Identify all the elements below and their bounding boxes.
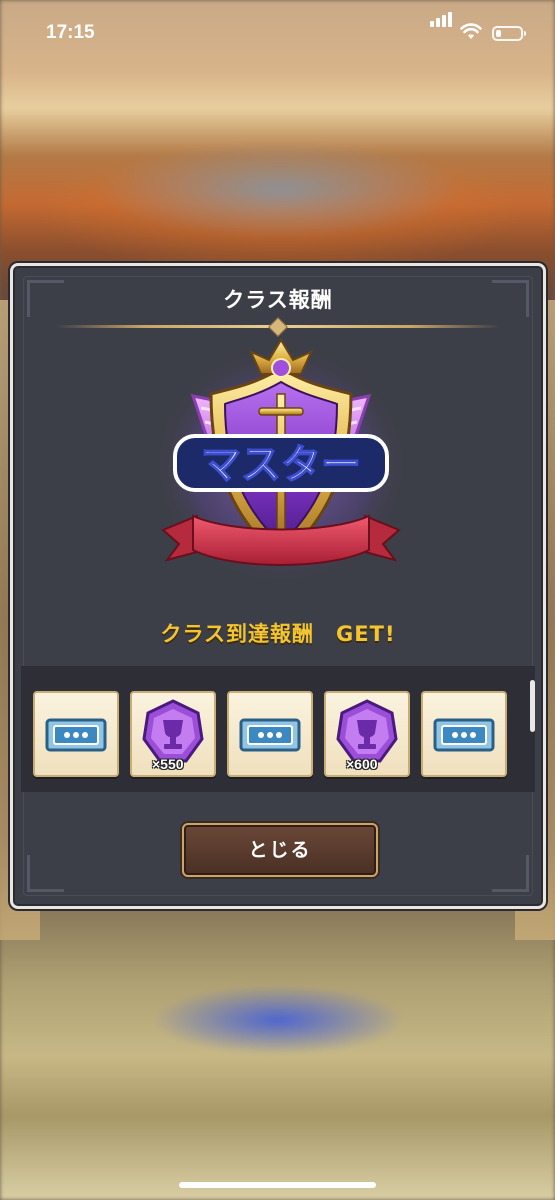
- ticket-icon: [45, 718, 107, 752]
- reward-list[interactable]: ×550 ×600: [33, 691, 513, 777]
- home-indicator[interactable]: [179, 1182, 376, 1188]
- reward-count: ×550: [152, 756, 184, 772]
- close-button[interactable]: とじる: [182, 823, 378, 877]
- frame-corner-ornament: [492, 855, 529, 892]
- master-class-emblem: マスター: [155, 338, 407, 584]
- battery-level: [496, 30, 501, 37]
- status-bar: 17:15: [0, 0, 555, 64]
- wifi-icon: [460, 23, 482, 39]
- reward-count: ×600: [346, 756, 378, 772]
- rank-label: マスター: [201, 442, 361, 488]
- status-time: 17:15: [46, 22, 95, 43]
- ticket-icon: [239, 718, 301, 752]
- reward-item-ticket[interactable]: [227, 691, 313, 777]
- reward-item-ticket[interactable]: [421, 691, 507, 777]
- frame-corner-ornament: [27, 855, 64, 892]
- dialog-title: クラス報酬: [223, 288, 333, 312]
- reward-get-message: クラス到達報酬 GET!: [160, 622, 396, 646]
- class-reward-dialog: クラス報酬 マスター クラス到達報酬 GET! ×550 ×600 とじる: [10, 263, 546, 909]
- reward-item-ticket[interactable]: [33, 691, 119, 777]
- battery-icon: [492, 26, 526, 41]
- reward-list-scrollbar[interactable]: [530, 680, 535, 732]
- reward-item-medal[interactable]: ×600: [324, 691, 410, 777]
- ticket-icon: [433, 718, 495, 752]
- reward-item-medal[interactable]: ×550: [130, 691, 216, 777]
